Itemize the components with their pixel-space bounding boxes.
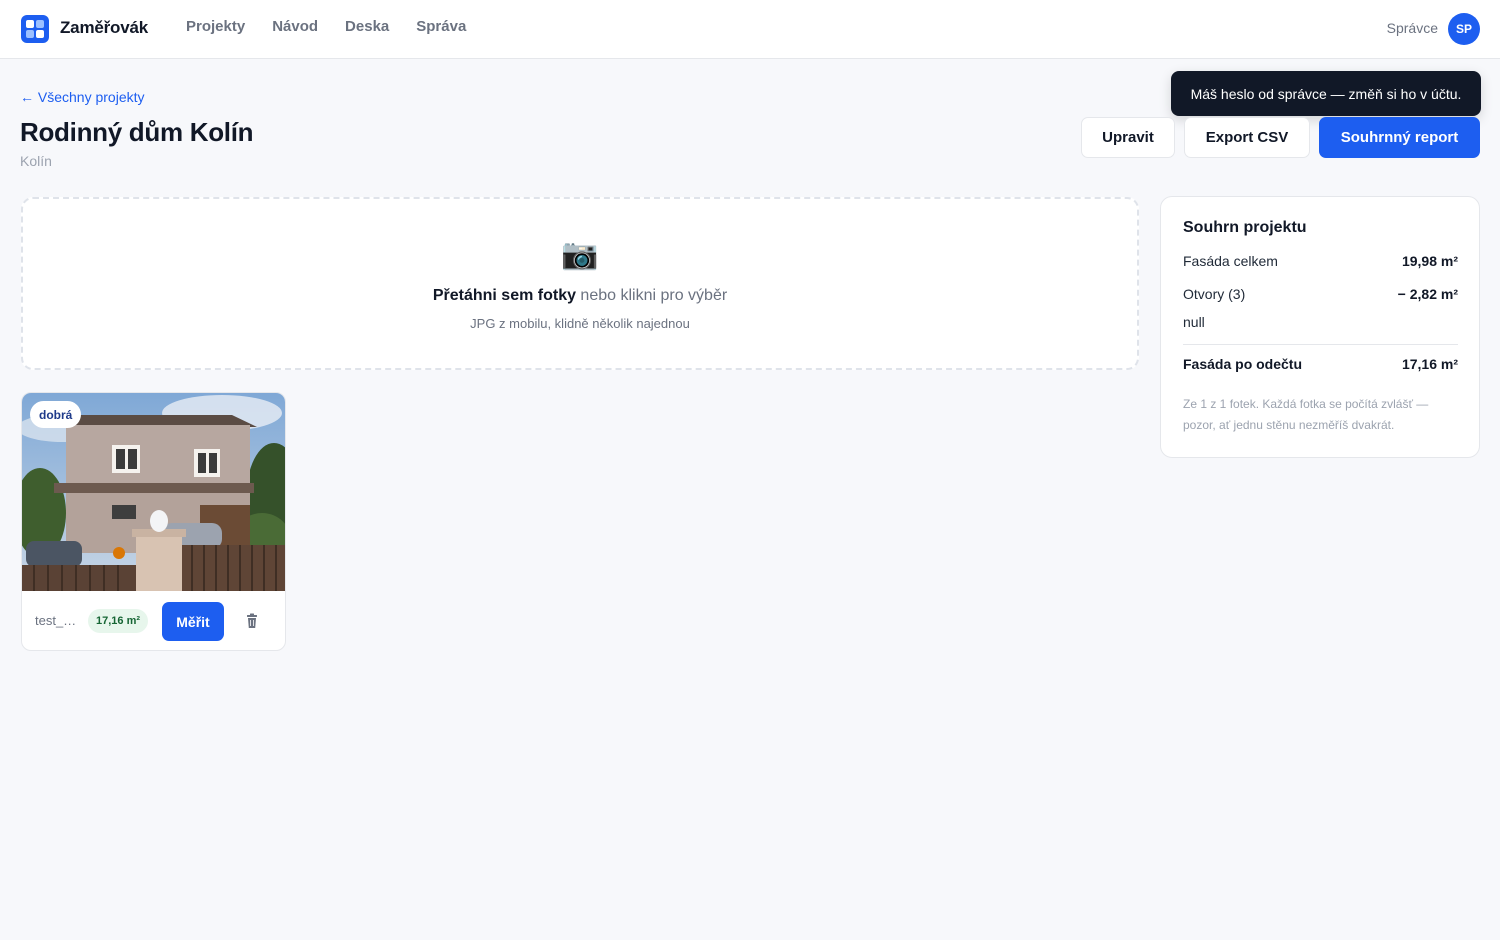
extra-line: null	[1183, 314, 1205, 330]
net-facade-row: Fasáda po odečtu 17,16 m²	[1183, 356, 1458, 372]
dropzone-hint: JPG z mobilu, klidně několik najednou	[470, 316, 690, 331]
openings-label: Otvory (3)	[1183, 286, 1246, 302]
summary-note: Ze 1 z 1 fotek. Každá fotka se počítá zv…	[1183, 397, 1429, 432]
avatar[interactable]: SP	[1448, 13, 1480, 45]
measure-button[interactable]: Měřit	[162, 602, 224, 641]
photo-file-name: test_…	[35, 613, 77, 628]
top-navbar: Zaměřovák Projekty Návod Deska Správa Sp…	[0, 0, 1500, 59]
toast-notification: Máš heslo od správce — změň si ho v účtu…	[1171, 71, 1481, 116]
photo-card: dobrá test_… 17,16 m² Měřit	[21, 392, 286, 651]
user-role[interactable]: Správce	[1387, 20, 1438, 36]
page-title: Rodinný dům Kolín	[20, 117, 254, 147]
dropzone-instruction: Přetáhni sem fotky nebo klikni pro výběr	[432, 287, 728, 304]
project-summary-panel: Souhrn projektu Fasáda celkem 19,98 m² O…	[1160, 196, 1480, 458]
photo-area-badge: 17,16 m²	[88, 609, 149, 633]
summary-title: Souhrn projektu	[1183, 219, 1307, 236]
nav-projects[interactable]: Projekty	[186, 18, 245, 35]
trash-icon[interactable]	[244, 613, 260, 629]
facade-total-row: Fasáda celkem 19,98 m²	[1183, 253, 1458, 269]
openings-value: − 2,82 m²	[1397, 286, 1458, 302]
project-location: Kolín	[20, 153, 52, 169]
brand-name[interactable]: Zaměřovák	[60, 18, 148, 38]
net-facade-label: Fasáda po odečtu	[1183, 356, 1303, 372]
edit-button[interactable]: Upravit	[1081, 117, 1175, 158]
nav-admin[interactable]: Správa	[416, 18, 466, 35]
photo-dropzone[interactable]: 📷 Přetáhni sem fotky nebo klikni pro výb…	[21, 197, 1139, 370]
export-csv-button[interactable]: Export CSV	[1184, 117, 1310, 158]
summary-divider	[1183, 344, 1458, 345]
facade-total-label: Fasáda celkem	[1183, 253, 1278, 269]
app-logo-icon[interactable]	[21, 15, 49, 43]
quality-badge: dobrá	[30, 401, 82, 428]
openings-row: Otvory (3) − 2,82 m²	[1183, 286, 1458, 302]
summary-report-button[interactable]: Souhrnný report	[1319, 117, 1480, 158]
nav-board[interactable]: Deska	[345, 18, 389, 35]
facade-total-value: 19,98 m²	[1401, 253, 1458, 269]
back-to-projects-link[interactable]: ← Všechny projekty	[20, 89, 145, 105]
main-nav: Projekty Návod Deska Správa	[186, 18, 466, 35]
nav-guide[interactable]: Návod	[272, 18, 318, 35]
net-facade-value: 17,16 m²	[1401, 356, 1458, 372]
camera-icon: 📷	[561, 238, 599, 271]
